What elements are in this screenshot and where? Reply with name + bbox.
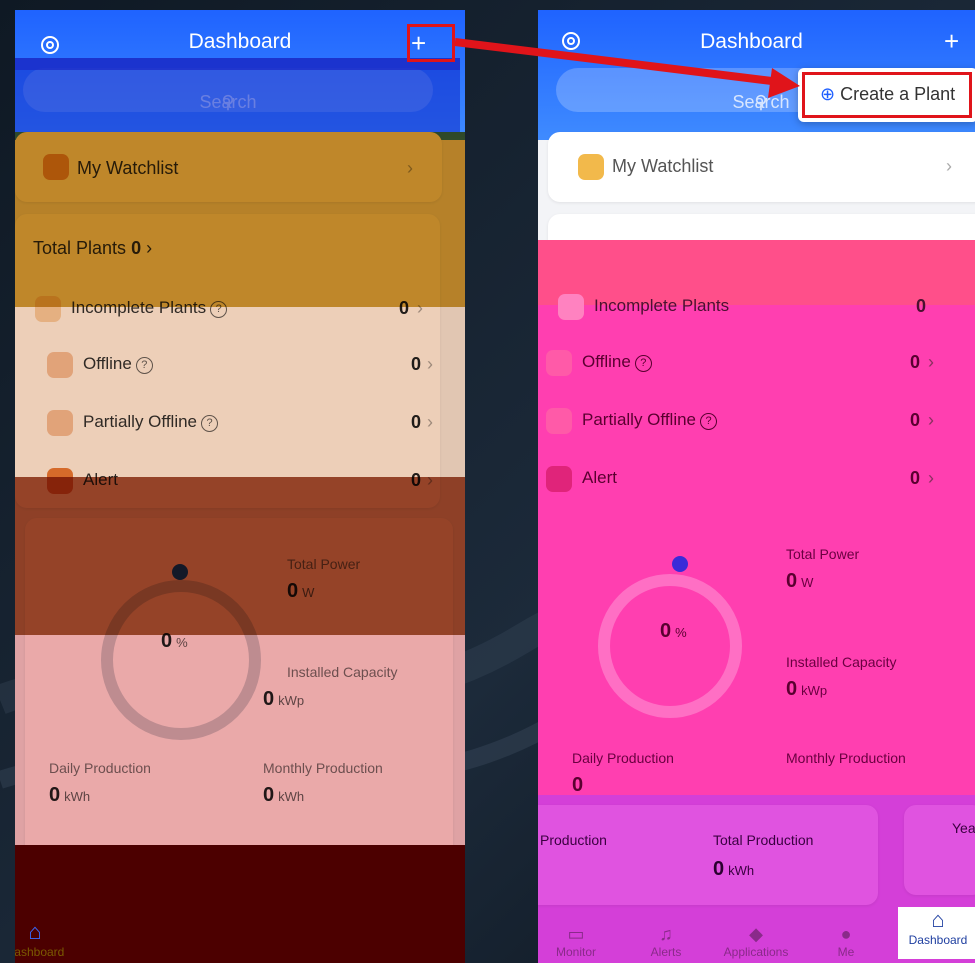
arrow-icon bbox=[454, 38, 800, 98]
